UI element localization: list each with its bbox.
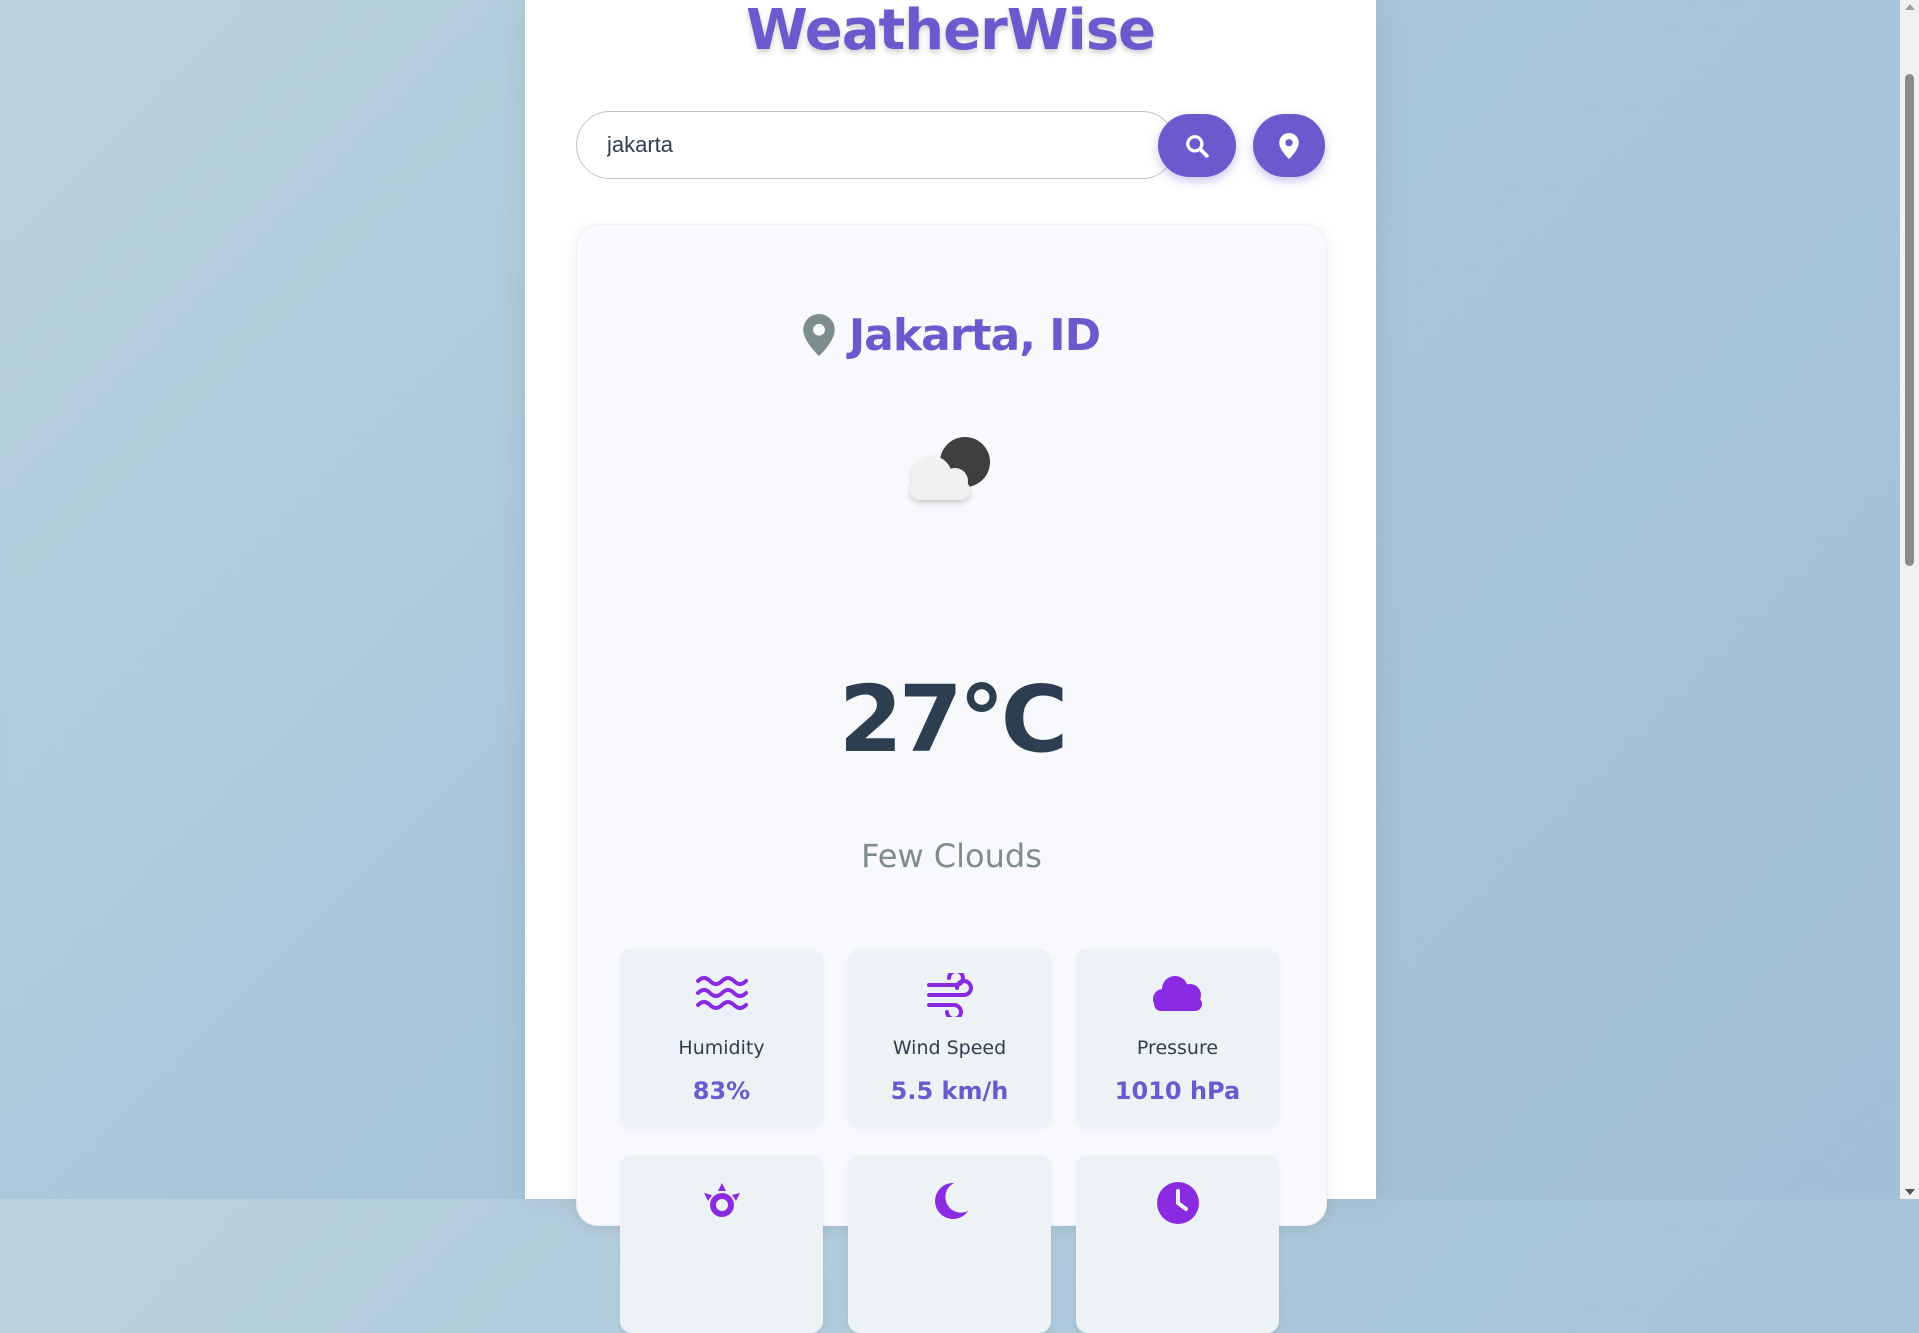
location-pin-icon xyxy=(1279,132,1299,159)
few-clouds-night-icon xyxy=(910,437,990,500)
humidity-label: Humidity xyxy=(678,1037,765,1059)
scroll-thumb[interactable] xyxy=(1905,74,1914,566)
wind-speed-label: Wind Speed xyxy=(892,1037,1007,1059)
humidity-value: 83% xyxy=(692,1077,751,1105)
wind-speed-value: 5.5 km/h xyxy=(890,1077,1009,1105)
location-name: Jakarta, ID xyxy=(848,309,1101,361)
sun-icon xyxy=(703,1183,740,1217)
moon-icon xyxy=(934,1182,968,1219)
wind-speed-card: Wind Speed 5.5 km/h xyxy=(848,949,1051,1127)
weather-app: WeatherWise Jakarta, ID xyxy=(525,0,1376,1333)
search-button[interactable] xyxy=(1158,114,1236,177)
pressure-value: 1010 hPa xyxy=(1114,1077,1241,1105)
pressure-label: Pressure xyxy=(1136,1037,1219,1059)
scroll-up-arrow[interactable] xyxy=(1900,0,1919,14)
water-waves-icon xyxy=(695,976,748,1010)
scroll-down-arrow[interactable] xyxy=(1900,1185,1919,1199)
sunrise-card xyxy=(620,1155,823,1333)
app-title: WeatherWise xyxy=(745,0,1156,63)
weather-description: Few Clouds xyxy=(861,837,1042,875)
humidity-card: Humidity 83% xyxy=(620,949,823,1127)
city-search-input[interactable] xyxy=(576,111,1176,179)
wind-icon xyxy=(926,973,973,1017)
location-heading: Jakarta, ID xyxy=(577,307,1326,363)
pressure-card: Pressure 1010 hPa xyxy=(1076,949,1279,1127)
location-pin-icon xyxy=(803,314,835,356)
page-scrollbar[interactable] xyxy=(1900,0,1919,1199)
temperature: 27°C xyxy=(838,666,1069,773)
sunset-card xyxy=(848,1155,1051,1333)
time-card xyxy=(1076,1155,1279,1333)
cloud-icon xyxy=(1152,976,1202,1011)
use-my-location-button[interactable] xyxy=(1253,114,1325,177)
clock-icon xyxy=(1156,1182,1199,1224)
search-icon xyxy=(1186,134,1209,158)
weather-card: Jakarta, ID 27°C Few Clouds Humidity 83%… xyxy=(576,224,1327,1333)
